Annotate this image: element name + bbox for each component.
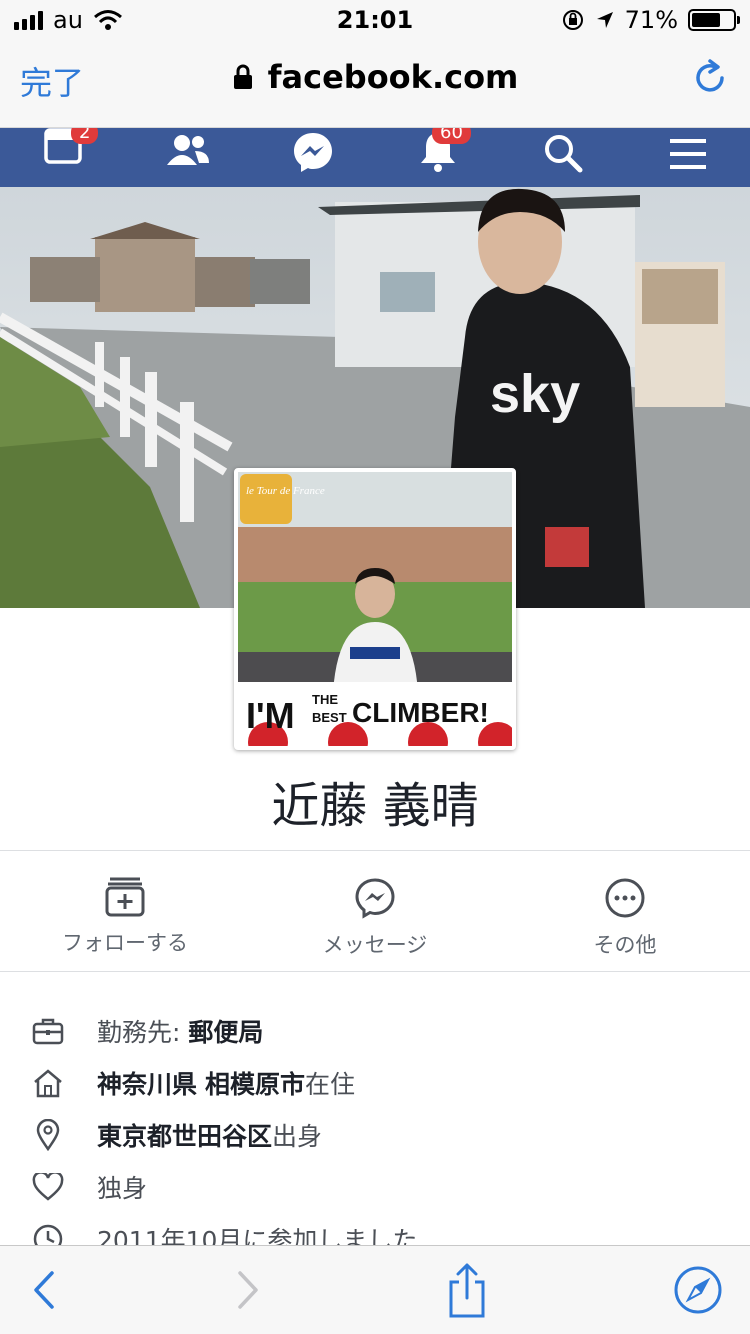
messenger-icon xyxy=(294,132,332,172)
battery-percent: 71% xyxy=(624,6,678,34)
profile-actions: フォローする メッセージ その他 xyxy=(0,850,750,972)
home-city-link[interactable]: 相模原市 xyxy=(205,1065,305,1101)
profile-picture-image: le Tour de France I'M THE BEST CLIMBER! xyxy=(238,472,512,746)
message-label: メッセージ xyxy=(322,933,428,957)
compass-icon xyxy=(674,1266,722,1314)
home-suffix: 在住 xyxy=(304,1070,355,1099)
battery-icon xyxy=(688,9,740,31)
notifications-badge: 60 xyxy=(432,128,471,144)
home-icon xyxy=(34,1069,62,1098)
origin-suffix: 出身 xyxy=(272,1122,323,1151)
share-icon xyxy=(449,1263,485,1318)
status-bar: au 21:01 71% xyxy=(0,0,750,40)
friends-icon xyxy=(167,134,209,165)
intro-section: 勤務先: 郵便局 神奈川県 相模原市 在住 東京都世田谷区 出身 独身 2011年1… xyxy=(0,1005,750,1265)
nav-menu[interactable] xyxy=(658,128,718,187)
nav-messenger[interactable] xyxy=(283,128,343,187)
share-button[interactable] xyxy=(445,1260,489,1320)
back-button[interactable] xyxy=(22,1260,66,1320)
lock-icon xyxy=(233,64,252,89)
profile-picture-caption-the: THE xyxy=(312,692,338,707)
search-icon xyxy=(545,134,583,172)
info-row-origin: 東京都世田谷区 出身 xyxy=(0,1109,750,1161)
heart-icon xyxy=(32,1173,64,1201)
nav-news-feed[interactable]: 2 xyxy=(33,128,99,187)
facebook-nav-bar: 2 60 xyxy=(0,128,750,187)
more-button[interactable]: その他 xyxy=(500,851,750,971)
messenger-icon xyxy=(355,878,395,919)
relationship-status: 独身 xyxy=(97,1174,148,1203)
cover-jersey-text: sky xyxy=(490,364,580,424)
forward-button[interactable] xyxy=(226,1260,270,1320)
chevron-left-icon xyxy=(34,1271,54,1309)
safari-button[interactable] xyxy=(670,1260,726,1320)
follow-label: フォローする xyxy=(62,931,188,955)
work-place-link[interactable]: 郵便局 xyxy=(188,1013,263,1049)
profile-picture[interactable]: le Tour de France I'M THE BEST CLIMBER! xyxy=(234,468,516,750)
profile-name: 近藤 義晴 xyxy=(271,778,479,834)
news-feed-badge: 2 xyxy=(71,128,99,144)
nav-search[interactable] xyxy=(533,128,593,187)
follow-button[interactable]: フォローする xyxy=(0,851,250,971)
reload-icon[interactable] xyxy=(692,58,728,98)
profile-picture-caption-climber: CLIMBER! xyxy=(352,697,489,728)
work-prefix: 勤務先: xyxy=(97,1018,189,1047)
url-text: facebook.com xyxy=(267,58,519,96)
info-row-home: 神奈川県 相模原市 在住 xyxy=(0,1057,750,1109)
browser-url-bar: 完了 facebook.com xyxy=(0,40,750,128)
message-button[interactable]: メッセージ xyxy=(250,851,500,971)
more-label: その他 xyxy=(593,933,657,957)
location-pin-icon xyxy=(36,1119,60,1151)
profile-picture-caption-best: BEST xyxy=(312,710,347,725)
chevron-right-icon xyxy=(238,1271,258,1309)
info-row-work: 勤務先: 郵便局 xyxy=(0,1005,750,1057)
follow-icon xyxy=(105,877,145,917)
info-row-relationship: 独身 xyxy=(0,1161,750,1213)
tour-logo-text: le Tour de France xyxy=(246,485,325,497)
nav-notifications[interactable]: 60 xyxy=(408,128,471,187)
home-prefecture-link[interactable]: 神奈川県 xyxy=(97,1065,197,1101)
location-icon xyxy=(596,12,613,28)
more-icon xyxy=(605,878,645,918)
profile-picture-caption-im: I'M xyxy=(246,695,295,736)
address-field[interactable]: facebook.com xyxy=(0,58,750,96)
menu-icon xyxy=(670,138,706,169)
origin-place-link[interactable]: 東京都世田谷区 xyxy=(97,1117,272,1153)
orientation-lock-icon xyxy=(562,10,583,30)
briefcase-icon xyxy=(32,1018,64,1045)
browser-toolbar xyxy=(0,1245,750,1334)
nav-friends[interactable] xyxy=(158,128,218,187)
